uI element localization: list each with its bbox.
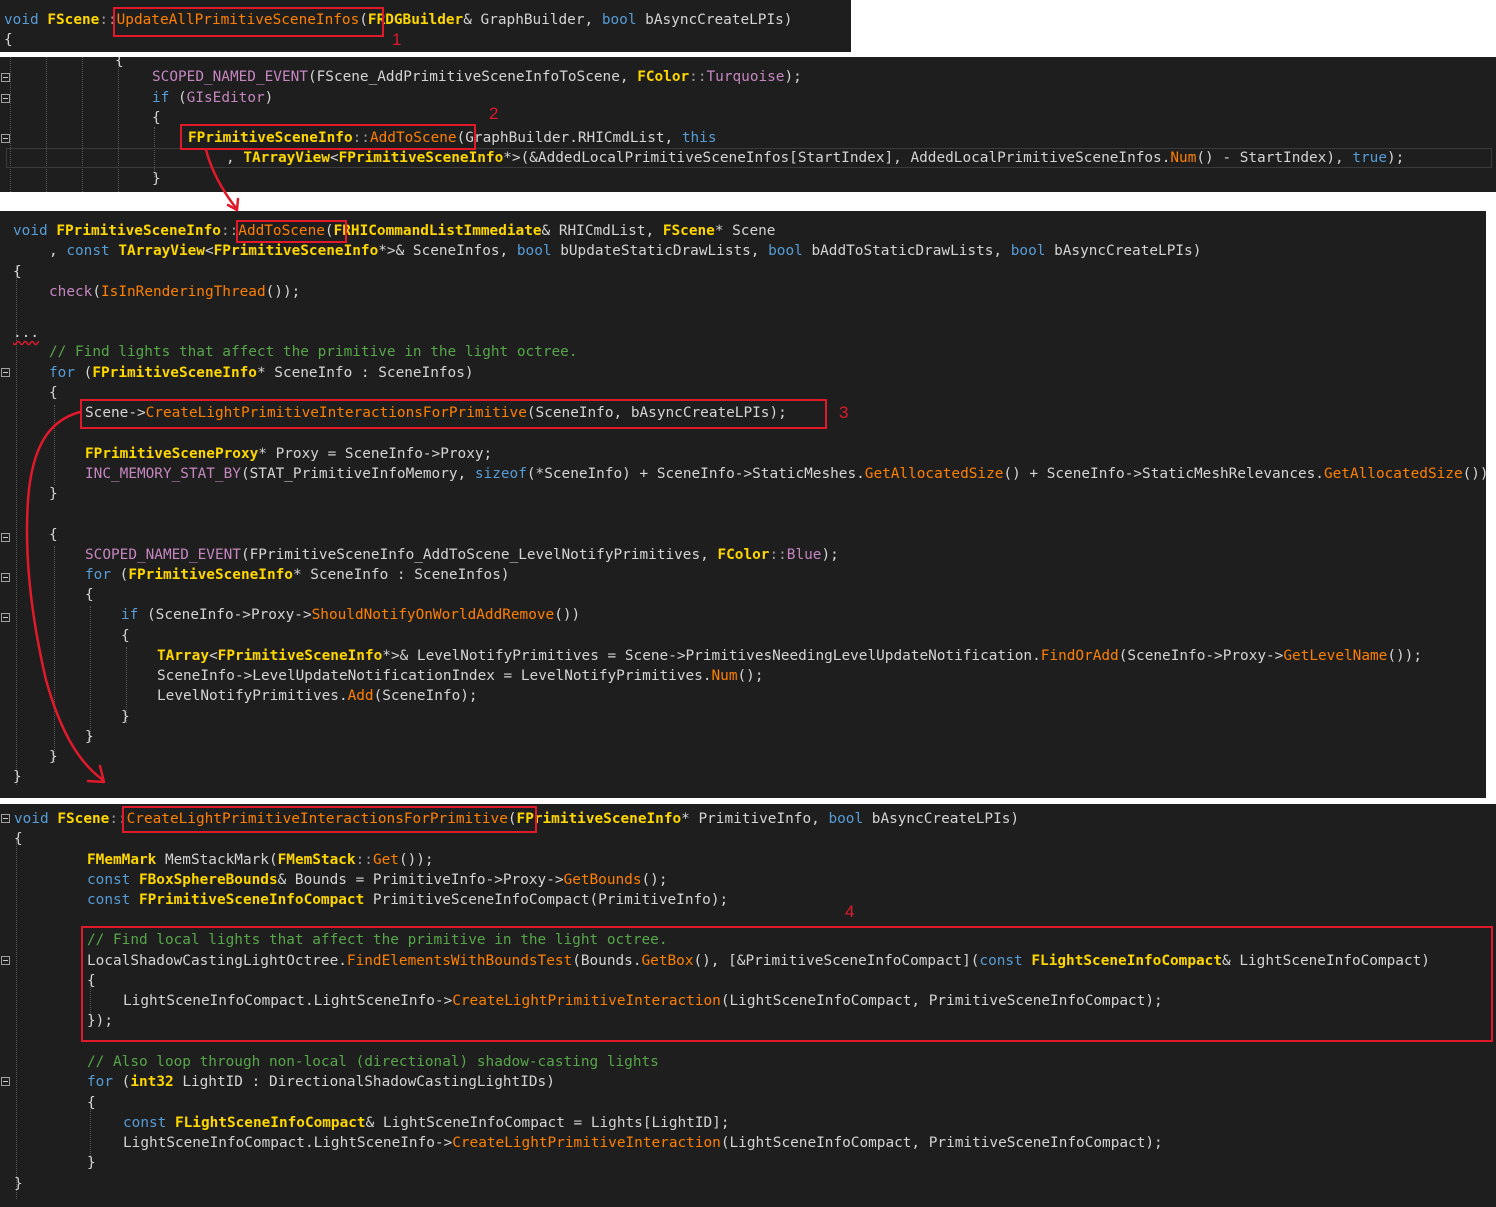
annotation-arrows (25, 148, 240, 784)
arrow-3-to-create-lpi (25, 410, 105, 782)
arrow-2-to-add-to-scene (204, 148, 238, 210)
